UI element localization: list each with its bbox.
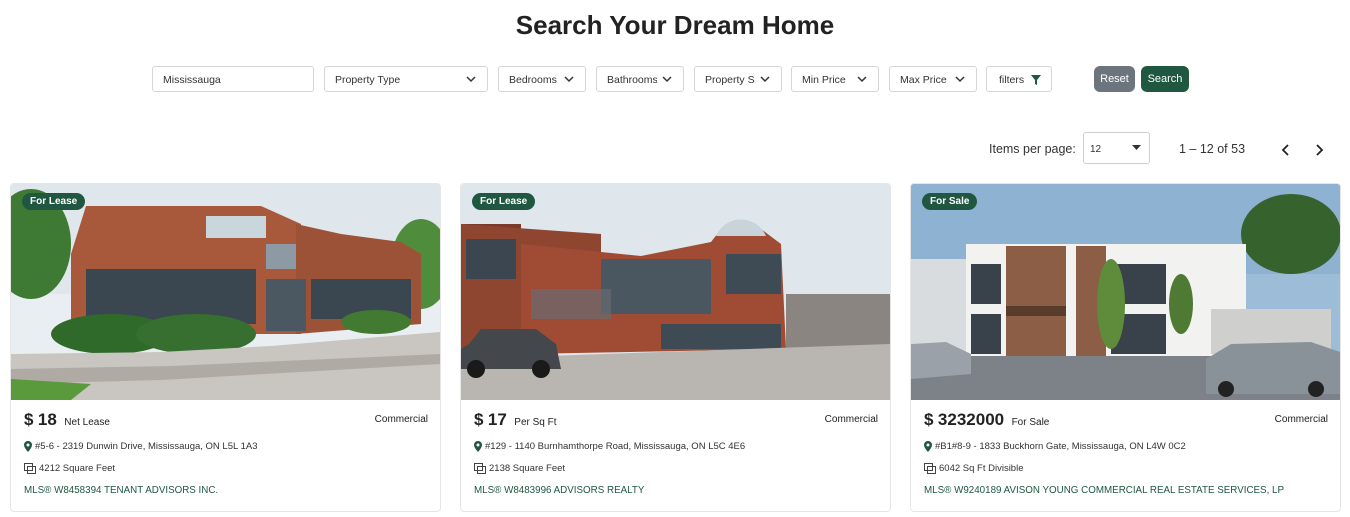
min-price-select[interactable]: Min Price bbox=[791, 66, 879, 92]
price-amount: 3232000 bbox=[937, 410, 1005, 429]
listing-card[interactable]: For Lease $ 18 Net Lease Commercial #5-6… bbox=[10, 183, 441, 512]
bedrooms-select[interactable]: Bedrooms bbox=[498, 66, 586, 92]
price-unit: Per Sq Ft bbox=[514, 417, 557, 428]
property-type: Commercial bbox=[374, 414, 428, 425]
price-amount: 18 bbox=[37, 410, 57, 429]
chevron-down-icon bbox=[662, 76, 672, 83]
property-type: Commercial bbox=[1274, 414, 1328, 425]
listing-address: #129 - 1140 Burnhamthorpe Road, Mississa… bbox=[474, 441, 745, 452]
location-input-value: Mississauga bbox=[163, 74, 221, 86]
area-size-icon bbox=[24, 463, 36, 474]
chevron-down-icon bbox=[564, 76, 574, 83]
property-status-select[interactable]: Property S bbox=[694, 66, 782, 92]
size-text: 4212 Square Feet bbox=[39, 463, 116, 475]
listing-photo[interactable]: For Sale bbox=[911, 184, 1340, 400]
listing-address: #B1#8-9 - 1833 Buckhorn Gate, Mississaug… bbox=[924, 441, 1186, 452]
price-amount: 17 bbox=[487, 410, 507, 429]
property-type: Commercial bbox=[824, 414, 878, 425]
area-size-icon bbox=[924, 463, 936, 474]
location-input[interactable]: Mississauga bbox=[152, 66, 314, 92]
property-status-label: Property S bbox=[705, 74, 755, 86]
items-per-page-select[interactable]: 12 bbox=[1083, 132, 1150, 164]
listing-price: $ 17 Per Sq Ft bbox=[474, 410, 557, 430]
filter-funnel-icon bbox=[1031, 75, 1041, 85]
max-price-select[interactable]: Max Price bbox=[889, 66, 977, 92]
reset-button[interactable]: Reset bbox=[1094, 66, 1135, 92]
filters-button[interactable]: filters bbox=[986, 66, 1052, 92]
mls-brokerage: MLS® W8483996 ADVISORS REALTY bbox=[474, 485, 645, 496]
mls-brokerage: MLS® W8458394 TENANT ADVISORS INC. bbox=[24, 485, 219, 496]
location-pin-icon bbox=[474, 441, 482, 452]
chevron-down-icon bbox=[466, 76, 476, 83]
chevron-down-icon bbox=[955, 76, 965, 83]
dropdown-caret-icon bbox=[1132, 145, 1141, 150]
chevron-down-icon bbox=[760, 76, 770, 83]
address-text: #5-6 - 2319 Dunwin Drive, Mississauga, O… bbox=[35, 441, 258, 453]
listing-price: $ 18 Net Lease bbox=[24, 410, 110, 430]
items-per-page-label: Items per page: bbox=[989, 142, 1076, 156]
property-type-select[interactable]: Property Type bbox=[324, 66, 488, 92]
currency-symbol: $ bbox=[924, 410, 934, 429]
address-text: #129 - 1140 Burnhamthorpe Road, Mississa… bbox=[485, 441, 746, 453]
filters-label: filters bbox=[999, 74, 1025, 86]
address-text: #B1#8-9 - 1833 Buckhorn Gate, Mississaug… bbox=[935, 441, 1186, 453]
listing-size: 2138 Square Feet bbox=[474, 463, 565, 474]
min-price-label: Min Price bbox=[802, 74, 846, 86]
location-pin-icon bbox=[24, 441, 32, 452]
page-title: Search Your Dream Home bbox=[515, 10, 835, 40]
items-per-page-value: 12 bbox=[1090, 144, 1102, 155]
bathrooms-label: Bathrooms bbox=[607, 74, 657, 86]
listing-size: 4212 Square Feet bbox=[24, 463, 115, 474]
listing-size: 6042 Sq Ft Divisible bbox=[924, 463, 1023, 474]
bathrooms-select[interactable]: Bathrooms bbox=[596, 66, 684, 92]
bedrooms-label: Bedrooms bbox=[509, 74, 557, 86]
area-size-icon bbox=[474, 463, 486, 474]
filter-bar: Mississauga Property Type Bedrooms Bathr… bbox=[0, 66, 1350, 94]
listing-status-badge: For Lease bbox=[472, 193, 536, 210]
mls-brokerage: MLS® W9240189 AVISON YOUNG COMMERCIAL RE… bbox=[924, 485, 1285, 496]
listing-price: $ 3232000 For Sale bbox=[924, 410, 1049, 430]
currency-symbol: $ bbox=[24, 410, 34, 429]
listing-photo[interactable]: For Lease bbox=[461, 184, 890, 400]
listing-status-badge: For Sale bbox=[922, 193, 978, 210]
listing-address: #5-6 - 2319 Dunwin Drive, Mississauga, O… bbox=[24, 441, 257, 452]
page-range-label: 1 – 12 of 53 bbox=[1179, 142, 1246, 156]
location-pin-icon bbox=[924, 441, 932, 452]
size-text: 6042 Sq Ft Divisible bbox=[939, 463, 1024, 475]
listing-status-badge: For Lease bbox=[22, 193, 86, 210]
price-unit: Net Lease bbox=[64, 417, 110, 428]
max-price-label: Max Price bbox=[900, 74, 947, 86]
listing-card[interactable]: For Sale $ 3232000 For Sale Commercial #… bbox=[910, 183, 1341, 512]
price-unit: For Sale bbox=[1011, 417, 1050, 428]
next-page-button[interactable] bbox=[1311, 142, 1327, 158]
previous-page-button[interactable] bbox=[1278, 142, 1294, 158]
search-button[interactable]: Search bbox=[1141, 66, 1189, 92]
listing-photo[interactable]: For Lease bbox=[11, 184, 440, 400]
currency-symbol: $ bbox=[474, 410, 484, 429]
size-text: 2138 Square Feet bbox=[489, 463, 566, 475]
chevron-down-icon bbox=[857, 76, 867, 83]
listing-card[interactable]: For Lease $ 17 Per Sq Ft Commercial #129… bbox=[460, 183, 891, 512]
pagination: Items per page: 12 1 – 12 of 53 bbox=[0, 132, 1350, 166]
property-type-label: Property Type bbox=[335, 74, 401, 86]
